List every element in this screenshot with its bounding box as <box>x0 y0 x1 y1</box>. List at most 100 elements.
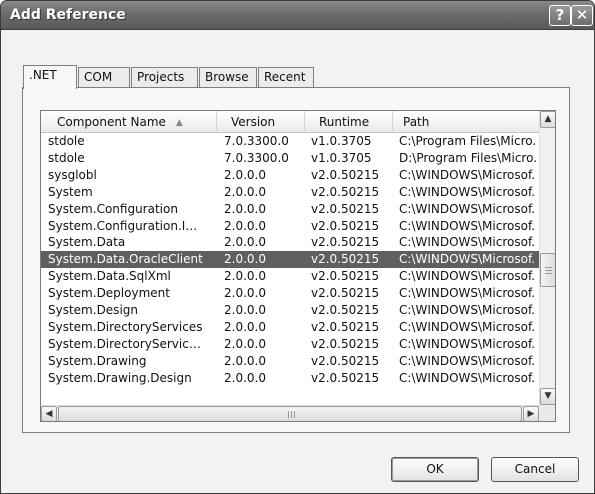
version-cell: 2.0.0.0 <box>224 286 266 301</box>
runtime-cell: v2.0.50215 <box>311 218 380 233</box>
column-header-component-name[interactable]: Component Name ▲ <box>41 111 217 133</box>
version-cell: 2.0.0.0 <box>224 184 266 199</box>
scroll-up-icon[interactable]: ▲ <box>540 111 555 128</box>
path-cell: C:\WINDOWS\Microsof. <box>399 303 536 317</box>
runtime-cell: v2.0.50215 <box>311 201 380 216</box>
scroll-right-icon[interactable]: ▶ <box>523 406 539 421</box>
runtime-cell: v2.0.50215 <box>311 286 380 301</box>
path-cell: C:\WINDOWS\Microsof. <box>399 286 536 301</box>
column-header-runtime[interactable]: Runtime <box>305 111 393 133</box>
grip-line <box>545 270 552 271</box>
column-header-path[interactable]: Path <box>393 111 539 133</box>
list-item[interactable]: System.Configuration.I… 2.0.0.0 v2.0.50215… <box>41 218 539 235</box>
version-cell: 2.0.0.0 <box>224 201 266 216</box>
list-item[interactable]: System.Data.SqlXml 2.0.0.0 v2.0.50215 C:\WI… <box>41 268 539 285</box>
path-cell: C:\WINDOWS\Microsof. <box>399 336 536 351</box>
path-cell: D:\Program Files\Micro. <box>399 150 537 165</box>
runtime-cell: v2.0.50215 <box>311 235 380 250</box>
list-item[interactable]: sysglobl 2.0.0.0 v2.0.50215 C:\WINDOWS\Micr… <box>41 167 539 184</box>
list-item[interactable]: System.Configuration 2.0.0.0 v2.0.50215 C:\… <box>41 201 539 218</box>
version-cell: 2.0.0.0 <box>224 353 266 368</box>
grip-line <box>288 411 289 418</box>
list-body: stdole 7.0.3300.0 v1.0.3705 C:\Program File… <box>41 133 539 406</box>
component-name-cell: stdole <box>48 150 85 165</box>
runtime-cell: v2.0.50215 <box>311 167 380 182</box>
grip-line <box>545 273 552 274</box>
version-cell: 2.0.0.0 <box>224 167 266 182</box>
version-cell: 2.0.0.0 <box>224 235 266 250</box>
dialog-title: Add Reference <box>10 7 126 23</box>
tab-net[interactable]: .NET <box>23 65 77 89</box>
list-item[interactable]: System.Data 2.0.0.0 v2.0.50215 C:\WINDOWS\M… <box>41 234 539 251</box>
grip-line <box>294 411 295 418</box>
component-name-cell: System.Configuration <box>48 201 178 216</box>
horizontal-scrollbar[interactable]: ◀ ▶ <box>41 405 539 421</box>
runtime-cell: v2.0.50215 <box>311 336 380 351</box>
runtime-cell: v2.0.50215 <box>311 303 380 317</box>
version-cell: 2.0.0.0 <box>224 269 266 284</box>
runtime-cell: v2.0.50215 <box>311 252 380 267</box>
path-cell: C:\WINDOWS\Microsof. <box>399 269 536 284</box>
path-cell: C:\WINDOWS\Microsof. <box>399 353 536 368</box>
tab-com[interactable]: COM <box>78 67 130 88</box>
list-item[interactable]: stdole 7.0.3300.0 v1.0.3705 C:\Program File… <box>41 133 539 150</box>
scroll-down-icon[interactable]: ▼ <box>540 388 555 405</box>
list-item[interactable]: System.Drawing.Design 2.0.0.0 v2.0.50215 C:… <box>41 370 539 387</box>
list-item[interactable]: System.Drawing 2.0.0.0 v2.0.50215 C:\WINDOW… <box>41 353 539 370</box>
list-header: Component Name ▲ Version Runtime Path <box>41 111 539 133</box>
component-name-cell: stdole <box>48 134 85 148</box>
runtime-cell: v2.0.50215 <box>311 319 380 334</box>
vertical-scroll-thumb[interactable] <box>540 253 555 287</box>
path-cell: C:\WINDOWS\Microsof. <box>399 319 536 334</box>
tab-projects[interactable]: Projects <box>131 67 198 88</box>
version-cell: 2.0.0.0 <box>224 319 266 334</box>
version-cell: 7.0.3300.0 <box>224 150 289 165</box>
component-name-cell: System <box>48 184 93 199</box>
list-item[interactable]: stdole 7.0.3300.0 v1.0.3705 D:\Program File… <box>41 150 539 167</box>
component-name-cell: System.DirectoryServic… <box>48 336 201 351</box>
component-name-cell: System.Data <box>48 235 126 250</box>
path-cell: C:\WINDOWS\Microsof. <box>399 184 536 199</box>
path-cell: C:\WINDOWS\Microsof. <box>399 370 536 385</box>
scroll-left-icon[interactable]: ◀ <box>41 406 57 421</box>
vertical-scrollbar[interactable]: ▲ ▼ <box>539 111 555 405</box>
column-header-version[interactable]: Version <box>217 111 305 133</box>
component-name-cell: System.DirectoryServices <box>48 319 203 334</box>
runtime-cell: v2.0.50215 <box>311 184 380 199</box>
cancel-button[interactable]: Cancel <box>491 457 579 482</box>
list-item[interactable]: System 2.0.0.0 v2.0.50215 C:\WINDOWS\Micros… <box>41 184 539 201</box>
component-name-cell: System.Drawing <box>48 353 147 368</box>
horizontal-scroll-thumb[interactable] <box>58 406 522 421</box>
list-item[interactable]: System.Deployment 2.0.0.0 v2.0.50215 C:\WIN… <box>41 285 539 302</box>
tab-recent[interactable]: Recent <box>258 67 314 88</box>
component-name-cell: System.Design <box>48 303 138 317</box>
path-cell: C:\WINDOWS\Microsof. <box>399 252 536 267</box>
path-cell: C:\WINDOWS\Microsof. <box>399 218 536 233</box>
ok-button[interactable]: OK <box>391 457 479 482</box>
component-name-cell: System.Data.OracleClient <box>48 252 203 267</box>
grip-line <box>545 267 552 268</box>
version-cell: 2.0.0.0 <box>224 218 266 233</box>
runtime-cell: v2.0.50215 <box>311 370 380 385</box>
scrollbar-corner <box>539 405 555 421</box>
runtime-cell: v1.0.3705 <box>311 150 372 165</box>
runtime-cell: v1.0.3705 <box>311 134 372 148</box>
component-name-cell: sysglobl <box>48 167 97 182</box>
help-icon[interactable]: ? <box>549 5 571 26</box>
close-icon[interactable]: ✕ <box>571 5 593 26</box>
list-item[interactable]: System.DirectoryServic… 2.0.0.0 v2.0.50215… <box>41 336 539 353</box>
list-item[interactable]: System.Design 2.0.0.0 v2.0.50215 C:\WINDOWS… <box>41 302 539 319</box>
version-cell: 2.0.0.0 <box>224 370 266 385</box>
add-reference-dialog: Add Reference ? ✕ .NET COM Projects Brow… <box>0 0 595 494</box>
path-cell: C:\WINDOWS\Microsof. <box>399 201 536 216</box>
version-cell: 2.0.0.0 <box>224 252 266 267</box>
component-name-cell: System.Deployment <box>48 286 170 301</box>
list-item[interactable]: System.Data.OracleClient 2.0.0.0 v2.0.5021… <box>41 251 539 269</box>
component-name-cell: System.Configuration.I… <box>48 218 198 233</box>
list-item[interactable]: System.DirectoryServices 2.0.0.0 v2.0.5021… <box>41 319 539 336</box>
tab-browse[interactable]: Browse <box>199 67 257 88</box>
path-cell: C:\WINDOWS\Microsof. <box>399 235 536 250</box>
title-bar[interactable]: Add Reference ? ✕ <box>1 1 594 30</box>
component-list[interactable]: Component Name ▲ Version Runtime Path std… <box>40 110 556 422</box>
runtime-cell: v2.0.50215 <box>311 353 380 368</box>
